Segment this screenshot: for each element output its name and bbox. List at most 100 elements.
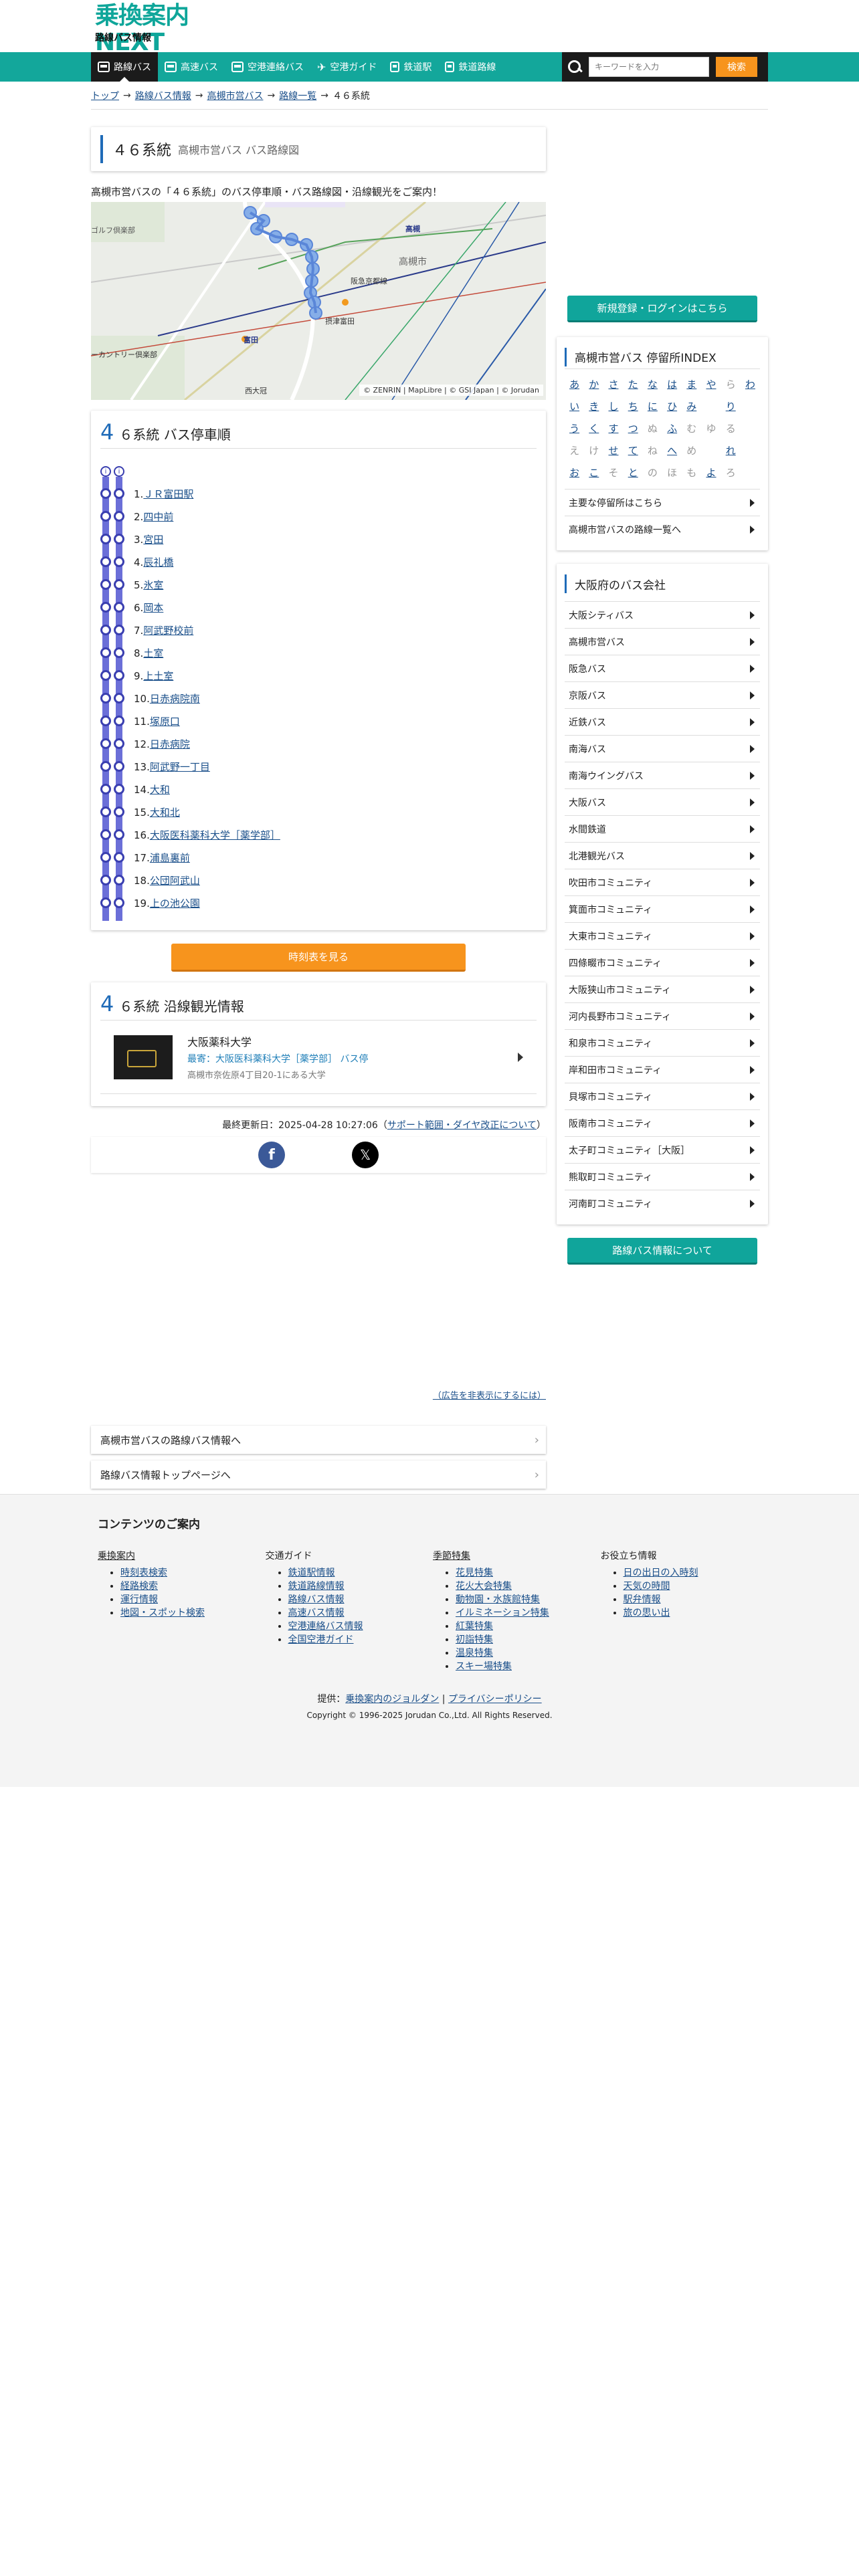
nav-highway-bus[interactable]: 高速バス bbox=[158, 52, 225, 82]
footer-link[interactable]: 経路検索 bbox=[120, 1581, 158, 1592]
search-input[interactable] bbox=[589, 57, 709, 77]
footer-link[interactable]: 天気の時間 bbox=[624, 1581, 670, 1592]
x-icon[interactable]: 𝕏 bbox=[352, 1142, 379, 1168]
kana-index-item[interactable]: あ bbox=[565, 377, 584, 391]
facebook-icon[interactable]: f bbox=[258, 1142, 285, 1168]
stop-link[interactable]: 日赤病院南 bbox=[150, 693, 200, 705]
kana-index-item[interactable]: つ bbox=[624, 421, 643, 435]
footer-link[interactable]: 動物園・水族館特集 bbox=[456, 1594, 540, 1605]
stop-link[interactable]: 塚原口 bbox=[150, 716, 180, 728]
kana-index-item[interactable]: に bbox=[643, 399, 662, 413]
footer-link[interactable]: 初詣特集 bbox=[456, 1634, 493, 1645]
stop-link[interactable]: 四中前 bbox=[143, 511, 173, 523]
stop-link[interactable]: 浦島裏前 bbox=[150, 852, 190, 864]
footer-link[interactable]: 空港連絡バス情報 bbox=[288, 1621, 363, 1632]
footer-link[interactable]: 日の出日の入時刻 bbox=[624, 1568, 698, 1578]
kana-index-item[interactable]: な bbox=[643, 377, 662, 391]
footer-link[interactable]: 駅弁情報 bbox=[624, 1594, 661, 1605]
stop-link[interactable]: 宮田 bbox=[143, 534, 163, 546]
kana-index-item[interactable]: と bbox=[624, 465, 643, 479]
kana-index-item[interactable]: は bbox=[662, 377, 682, 391]
stop-link[interactable]: 阿武野校前 bbox=[143, 625, 193, 637]
footer-link[interactable]: 花火大会特集 bbox=[456, 1581, 512, 1592]
stop-link[interactable]: 日赤病院 bbox=[150, 738, 190, 750]
company-item[interactable]: 京阪バス bbox=[565, 681, 760, 708]
kana-index-item[interactable]: う bbox=[565, 421, 584, 435]
stop-link[interactable]: 上土室 bbox=[143, 670, 173, 682]
nav-route-bus[interactable]: 路線バス bbox=[91, 52, 158, 82]
kana-index-item[interactable]: お bbox=[565, 465, 584, 479]
kana-index-item[interactable]: き bbox=[584, 399, 603, 413]
route-bus-top-link[interactable]: 路線バス情報トップページへ bbox=[91, 1461, 546, 1489]
stop-link[interactable]: 大和 bbox=[150, 784, 170, 796]
footer-link[interactable]: 全国空港ガイド bbox=[288, 1634, 354, 1645]
footer-link[interactable]: 高速バス情報 bbox=[288, 1608, 345, 1618]
footer-link[interactable]: 温泉特集 bbox=[456, 1648, 493, 1658]
company-item[interactable]: 阪急バス bbox=[565, 655, 760, 681]
map-credit[interactable]: © ZENRIN | MapLibre | © GSI Japan | © Jo… bbox=[359, 385, 543, 396]
company-item[interactable]: 大阪シティバス bbox=[565, 601, 760, 628]
kana-index-item[interactable]: い bbox=[565, 399, 584, 413]
footer-link[interactable]: 鉄道路線情報 bbox=[288, 1581, 345, 1592]
kana-index-item[interactable]: ふ bbox=[662, 421, 682, 435]
company-item[interactable]: 和泉市コミュニティ bbox=[565, 1029, 760, 1056]
timetable-button[interactable]: 時刻表を見る bbox=[171, 944, 466, 972]
company-item[interactable]: 河内長野市コミュニティ bbox=[565, 1002, 760, 1029]
stop-link[interactable]: 土室 bbox=[143, 647, 163, 659]
kana-index-item[interactable]: ち bbox=[624, 399, 643, 413]
company-item[interactable]: 岸和田市コミュニティ bbox=[565, 1056, 760, 1083]
ad-hide-link[interactable]: （広告を非表示にするには） bbox=[433, 1391, 546, 1401]
company-item[interactable]: 南海バス bbox=[565, 735, 760, 762]
company-item[interactable]: 貝塚市コミュニティ bbox=[565, 1083, 760, 1109]
footer-link[interactable]: 鉄道駅情報 bbox=[288, 1568, 335, 1578]
footer-link[interactable]: 紅葉特集 bbox=[456, 1621, 493, 1632]
footer-link[interactable]: 運行情報 bbox=[120, 1594, 158, 1605]
kana-index-item[interactable]: し bbox=[603, 399, 623, 413]
company-item[interactable]: 箕面市コミュニティ bbox=[565, 895, 760, 922]
kana-index-item[interactable]: れ bbox=[721, 443, 741, 457]
footer-link[interactable]: 地図・スポット検索 bbox=[120, 1608, 205, 1618]
stop-link[interactable]: 大和北 bbox=[150, 807, 180, 819]
footer-column-heading[interactable]: 季節特集 bbox=[433, 1549, 601, 1562]
login-button[interactable]: 新規登録・ログインはこちら bbox=[567, 296, 757, 322]
stop-link[interactable]: 大阪医科薬科大学［薬学部］ bbox=[150, 829, 280, 841]
search-button[interactable]: 検索 bbox=[716, 57, 757, 77]
company-item[interactable]: 吹田市コミュニティ bbox=[565, 869, 760, 895]
stop-link[interactable]: 氷室 bbox=[143, 579, 163, 591]
privacy-link[interactable]: プライバシーポリシー bbox=[448, 1694, 542, 1705]
company-item[interactable]: 太子町コミュニティ［大阪］ bbox=[565, 1136, 760, 1163]
nav-stations[interactable]: 鉄道駅 bbox=[383, 52, 438, 82]
stop-link[interactable]: 辰礼橋 bbox=[143, 556, 173, 568]
breadcrumb-route-list[interactable]: 路線一覧 bbox=[279, 89, 316, 102]
kana-index-item[interactable]: か bbox=[584, 377, 603, 391]
company-item[interactable]: 阪南市コミュニティ bbox=[565, 1109, 760, 1136]
company-item[interactable]: 大阪狭山市コミュニティ bbox=[565, 976, 760, 1002]
kana-index-item[interactable]: て bbox=[624, 443, 643, 457]
company-item[interactable]: 大阪バス bbox=[565, 788, 760, 815]
company-item[interactable]: 北港観光バス bbox=[565, 842, 760, 869]
kana-index-item[interactable]: り bbox=[721, 399, 741, 413]
breadcrumb-route-bus[interactable]: 路線バス情報 bbox=[135, 89, 191, 102]
company-routes-link[interactable]: 高槻市営バスの路線バス情報へ bbox=[91, 1426, 546, 1454]
footer-link[interactable]: スキー場特集 bbox=[456, 1661, 512, 1672]
company-item[interactable]: 水間鉄道 bbox=[565, 815, 760, 842]
kana-index-item[interactable]: わ bbox=[741, 377, 760, 391]
kana-index-item[interactable]: ま bbox=[682, 377, 701, 391]
footer-link[interactable]: イルミネーション特集 bbox=[456, 1608, 549, 1618]
kana-index-item[interactable]: す bbox=[603, 421, 623, 435]
stop-link[interactable]: 岡本 bbox=[143, 602, 163, 614]
nav-airport-guide[interactable]: ✈ 空港ガイド bbox=[310, 52, 383, 82]
sight-item[interactable]: 大阪薬科大学 最寄：大阪医科薬科大学［薬学部］ バス停 高槻市奈佐原4丁目20-… bbox=[100, 1021, 537, 1094]
company-item[interactable]: 近鉄バス bbox=[565, 708, 760, 735]
site-logo[interactable]: 乗換案内NEXT bbox=[95, 3, 242, 56]
support-link[interactable]: サポート範囲・ダイヤ改正について bbox=[387, 1120, 537, 1131]
jorudan-link[interactable]: 乗換案内のジョルダン bbox=[345, 1694, 439, 1705]
nav-railway-lines[interactable]: 鉄道路線 bbox=[438, 52, 502, 82]
kana-index-item[interactable]: く bbox=[584, 421, 603, 435]
kana-index-item[interactable]: ひ bbox=[662, 399, 682, 413]
kana-index-item[interactable]: み bbox=[682, 399, 701, 413]
company-item[interactable]: 四條畷市コミュニティ bbox=[565, 949, 760, 976]
footer-column-heading[interactable]: 乗換案内 bbox=[98, 1549, 266, 1562]
company-item[interactable]: 南海ウイングバス bbox=[565, 762, 760, 788]
company-item[interactable]: 河南町コミュニティ bbox=[565, 1190, 760, 1216]
